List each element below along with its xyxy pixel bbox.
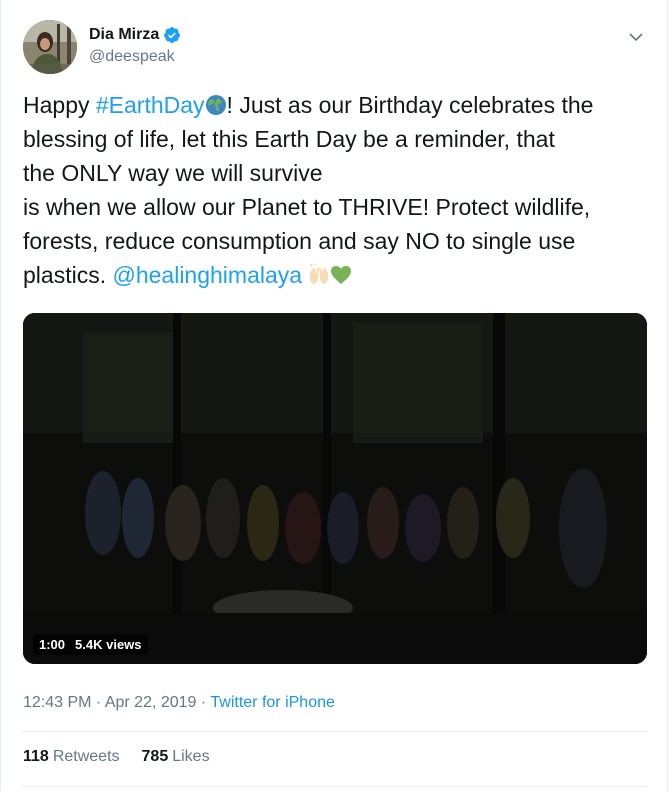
retweets-stat[interactable]: 118 Retweets <box>23 748 120 766</box>
meta-separator: · <box>196 694 211 711</box>
tweet-text-segment: ! Just as our Birthday celebrates the <box>226 92 594 118</box>
likes-stat[interactable]: 785 Likes <box>142 748 210 766</box>
divider <box>23 786 647 787</box>
tweet-text-line: Happy #EarthDay ! Just as our Birthday ce… <box>23 88 653 122</box>
tweet-text-line: plastics. @healinghimalaya <box>23 258 653 292</box>
tweet-date[interactable]: Apr 22, 2019 <box>105 694 197 711</box>
likes-label: Likes <box>172 748 210 765</box>
green-heart-icon <box>330 261 352 284</box>
hashtag-link[interactable]: #EarthDay <box>96 92 205 118</box>
user-handle[interactable]: @deespeak <box>89 48 181 66</box>
meta-separator: · <box>91 694 105 711</box>
video-thumbnail <box>23 313 647 664</box>
avatar[interactable] <box>23 20 77 74</box>
tweet-text-line: blessing of life, let this Earth Day be … <box>23 126 555 152</box>
mention-link[interactable]: @healinghimalaya <box>112 262 302 288</box>
video-player[interactable] <box>23 313 647 664</box>
tweet-header: Dia Mirza @deespeak <box>23 20 649 76</box>
display-name[interactable]: Dia Mirza <box>89 26 159 44</box>
likes-count: 785 <box>141 748 169 765</box>
retweets-count: 118 <box>23 748 49 765</box>
raising-hands-icon <box>308 261 330 284</box>
chevron-down-icon[interactable] <box>627 28 645 46</box>
tweet-text-segment: plastics. <box>23 262 113 288</box>
tweet-text-line: the ONLY way we will survive <box>23 160 323 186</box>
divider <box>23 731 647 732</box>
video-badge: 1:00 5.4K views <box>33 634 148 655</box>
tweet-stats: 118 Retweets 785 Likes <box>23 748 210 766</box>
retweets-label: Retweets <box>52 748 120 765</box>
tweet-text-line: forests, reduce consumption and say NO t… <box>23 228 576 254</box>
tweet-text-segment: Happy <box>23 92 96 118</box>
video-duration: 1:00 <box>39 637 66 652</box>
video-views: 5.4K views <box>75 637 142 652</box>
tweet-text: Happy #EarthDay ! Just as our Birthday ce… <box>23 88 653 292</box>
tweet-meta: 12:43 PM · Apr 22, 2019 · Twitter for iP… <box>23 694 335 712</box>
user-name-block[interactable]: Dia Mirza @deespeak <box>89 26 181 66</box>
tweet-time[interactable]: 12:43 PM <box>23 694 91 711</box>
tweet-text-line: is when we allow our Planet to THRIVE! P… <box>23 194 591 220</box>
tweet-source-link[interactable]: Twitter for iPhone <box>210 694 335 711</box>
earth-globe-icon <box>205 91 227 115</box>
verified-badge-icon <box>163 26 181 44</box>
tweet-card: Dia Mirza @deespeak Happy #EarthDay ! Jus… <box>0 0 668 791</box>
